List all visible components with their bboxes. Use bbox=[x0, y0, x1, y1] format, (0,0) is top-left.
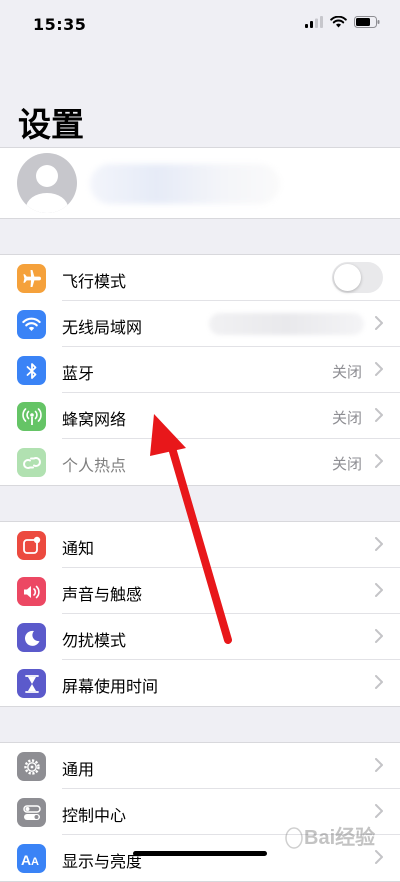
moon-icon bbox=[17, 623, 46, 652]
row-general[interactable]: 通用 bbox=[0, 743, 400, 789]
row-do-not-disturb[interactable]: 勿扰模式 bbox=[0, 614, 400, 660]
signal-icon bbox=[305, 16, 323, 28]
antenna-icon bbox=[17, 402, 46, 431]
notification-icon bbox=[17, 531, 46, 560]
chevron-right-icon bbox=[375, 675, 383, 689]
avatar bbox=[17, 153, 77, 213]
chevron-right-icon bbox=[375, 629, 383, 643]
row-screen-time[interactable]: 屏幕使用时间 bbox=[0, 660, 400, 706]
cellular-label: 蜂窝网络 bbox=[62, 410, 127, 429]
notifications-group: 通知 声音与触感 勿扰模式 屏幕使用时间 bbox=[0, 521, 400, 707]
hotspot-label: 个人热点 bbox=[62, 456, 127, 475]
wifi-network-redacted bbox=[209, 313, 364, 335]
row-airplane-mode: 飞行模式 bbox=[0, 255, 400, 301]
gear-icon bbox=[17, 752, 46, 781]
switches-icon bbox=[17, 798, 46, 827]
chevron-right-icon bbox=[375, 454, 383, 468]
bluetooth-status: 关闭 bbox=[331, 363, 362, 381]
dnd-label: 勿扰模式 bbox=[62, 631, 127, 650]
bluetooth-label: 蓝牙 bbox=[62, 364, 95, 383]
chevron-right-icon bbox=[375, 316, 383, 330]
display-icon: AA bbox=[17, 844, 46, 873]
general-label: 通用 bbox=[62, 760, 95, 779]
svg-text:A: A bbox=[21, 852, 31, 866]
chevron-right-icon bbox=[375, 583, 383, 597]
svg-text:A: A bbox=[31, 856, 39, 866]
toggle-knob bbox=[334, 264, 361, 291]
row-notifications[interactable]: 通知 bbox=[0, 522, 400, 568]
hotspot-status: 关闭 bbox=[331, 455, 362, 473]
baidu-watermark: Bai经验 bbox=[280, 816, 390, 858]
hotspot-icon bbox=[17, 448, 46, 477]
airplane-mode-toggle[interactable] bbox=[332, 262, 383, 293]
battery-icon bbox=[354, 16, 380, 28]
wifi-label: 无线局域网 bbox=[62, 318, 143, 337]
screen-time-label: 屏幕使用时间 bbox=[62, 677, 159, 696]
apple-id-card[interactable] bbox=[0, 147, 400, 219]
airplane-icon bbox=[17, 264, 46, 293]
hourglass-icon bbox=[17, 669, 46, 698]
watermark-text: Bai经验 bbox=[304, 825, 375, 849]
chevron-right-icon bbox=[375, 537, 383, 551]
display-label: 显示与亮度 bbox=[62, 852, 143, 871]
status-time: 15:35 bbox=[33, 15, 87, 34]
wifi-icon bbox=[17, 310, 46, 339]
general-group: 通用 控制中心 AA 显示与亮度 bbox=[0, 742, 400, 882]
account-name-redacted bbox=[90, 164, 280, 204]
notifications-label: 通知 bbox=[62, 539, 95, 558]
row-wifi[interactable]: 无线局域网 bbox=[0, 301, 400, 347]
status-bar: 15:35 bbox=[0, 0, 400, 50]
cellular-status: 关闭 bbox=[331, 409, 362, 427]
row-sounds-haptics[interactable]: 声音与触感 bbox=[0, 568, 400, 614]
row-cellular[interactable]: 蜂窝网络 关闭 bbox=[0, 393, 400, 439]
status-icons bbox=[305, 16, 380, 28]
wifi-status-icon bbox=[330, 16, 347, 28]
connectivity-group: 飞行模式 无线局域网 蓝牙 关闭 蜂窝网络 关闭 个人热点 关闭 bbox=[0, 254, 400, 486]
bluetooth-icon bbox=[17, 356, 46, 385]
page-title: 设置 bbox=[18, 105, 84, 144]
chevron-right-icon bbox=[375, 408, 383, 422]
home-indicator[interactable] bbox=[133, 851, 267, 856]
row-personal-hotspot[interactable]: 个人热点 关闭 bbox=[0, 439, 400, 485]
sounds-label: 声音与触感 bbox=[62, 585, 143, 604]
airplane-mode-label: 飞行模式 bbox=[62, 272, 127, 291]
chevron-right-icon bbox=[375, 758, 383, 772]
speaker-icon bbox=[17, 577, 46, 606]
row-bluetooth[interactable]: 蓝牙 关闭 bbox=[0, 347, 400, 393]
chevron-right-icon bbox=[375, 362, 383, 376]
control-center-label: 控制中心 bbox=[62, 806, 127, 825]
